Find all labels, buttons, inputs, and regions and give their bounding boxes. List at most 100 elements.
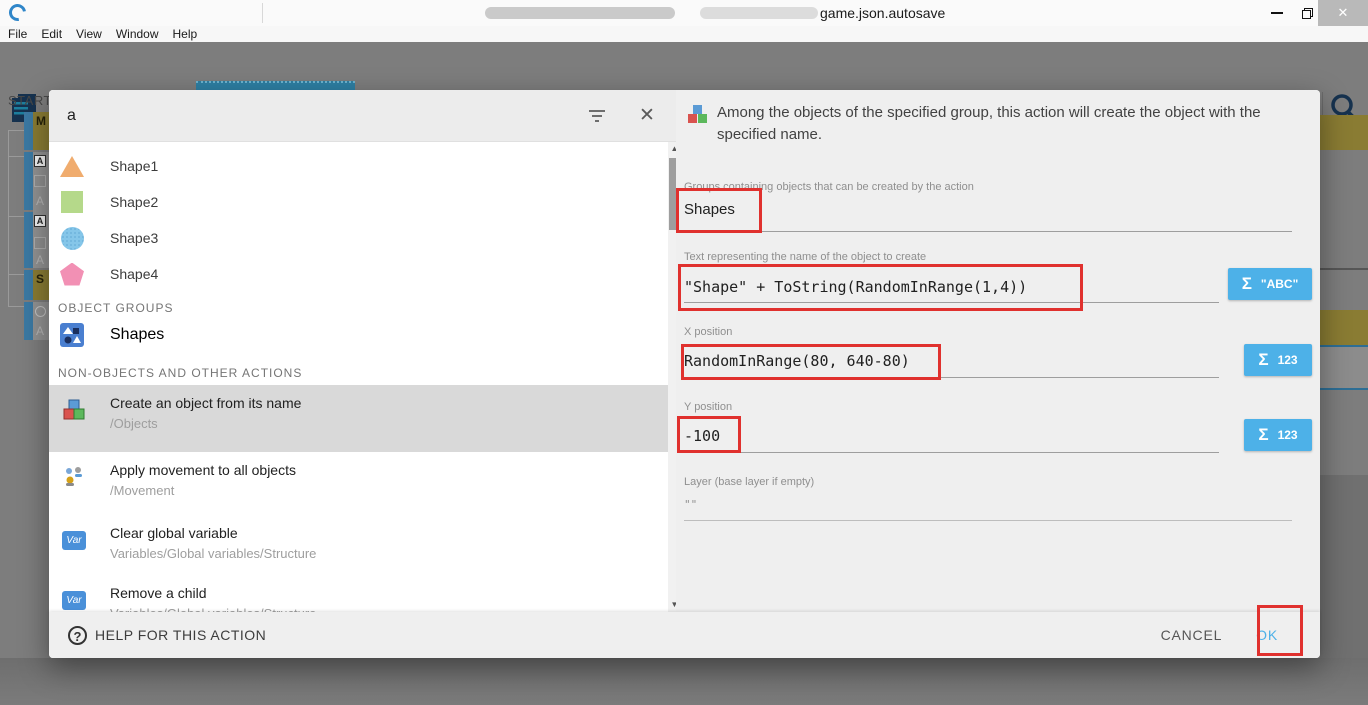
object-label: Shape3 [110, 230, 158, 246]
list-item-shape3[interactable]: Shape3 [49, 220, 676, 256]
search-input[interactable] [67, 107, 586, 125]
menu-view[interactable]: View [76, 27, 102, 41]
restore-icon [1302, 8, 1312, 18]
variable-icon: Var [62, 528, 86, 552]
close-button[interactable]: ✕ [1318, 0, 1368, 26]
help-icon: ? [68, 626, 87, 645]
event-bar [24, 212, 33, 268]
field-value-object-name[interactable]: "Shape" + ToString(RandomInRange(1,4)) [684, 278, 1027, 296]
action-description-block: Among the objects of the specified group… [686, 102, 1311, 146]
field-underline [684, 231, 1292, 232]
help-link[interactable]: HELP FOR THIS ACTION [95, 627, 266, 643]
tab-events-active-fragment[interactable] [196, 81, 355, 90]
titlebar: game.json.autosave ✕ [0, 0, 1368, 26]
action-subtitle: /Movement [110, 483, 296, 498]
cancel-button[interactable]: CANCEL [1161, 627, 1223, 643]
scrollbar-down-arrow[interactable]: ▼ [668, 598, 676, 612]
action-title: Clear global variable [110, 525, 316, 541]
action-letter-fragment: A [36, 253, 44, 267]
menubar: File Edit View Window Help [0, 26, 1368, 42]
list-item-create-object[interactable]: Create an object from its name /Objects [49, 385, 676, 452]
section-header-object-groups: OBJECT GROUPS [49, 292, 676, 318]
minimize-button[interactable] [1262, 0, 1292, 26]
action-description: Among the objects of the specified group… [717, 102, 1311, 146]
object-group-icon [60, 323, 84, 347]
event-bar [24, 112, 33, 150]
expression-button-label: "ABC" [1261, 277, 1298, 291]
field-underline [684, 377, 1219, 378]
gdevelop-logo-icon [6, 1, 30, 25]
comment-row-fragment [1320, 115, 1368, 150]
redacted-tab-text [485, 7, 675, 19]
event-tree-stub [8, 156, 24, 157]
menu-help[interactable]: Help [173, 27, 198, 41]
field-label-x-position: X position [684, 326, 732, 338]
redacted-path-text [700, 7, 818, 19]
field-label-y-position: Y position [684, 401, 732, 413]
expression-button-label: 123 [1278, 428, 1298, 442]
titlebar-divider [262, 3, 263, 23]
tab-start-page[interactable]: START [8, 93, 52, 108]
action-title: Remove a child [110, 585, 316, 601]
scrollbar-thumb[interactable] [669, 158, 676, 230]
number-expression-button[interactable]: Σ 123 [1244, 419, 1312, 451]
close-icon[interactable]: ✕ [636, 104, 658, 127]
comment-row-fragment [1320, 310, 1368, 345]
event-tree-stub [8, 216, 24, 217]
event-tree-stub [8, 130, 24, 131]
gdevelop-window: game.json.autosave ✕ File Edit View Wind… [0, 0, 1368, 705]
event-tree-stub [8, 274, 24, 275]
field-underline [684, 302, 1219, 303]
pentagon-icon [60, 262, 84, 286]
instruction-editor-dialog: ✕ Shape1 Shape2 Shape3 Shape [49, 90, 1320, 658]
list-item-shape4[interactable]: Shape4 [49, 256, 676, 292]
triangle-icon [60, 154, 84, 178]
event-tree-stub [8, 306, 24, 307]
list-item-shape2[interactable]: Shape2 [49, 184, 676, 220]
position-icon-fragment [34, 237, 46, 249]
list-item-shapes-group[interactable]: Shapes [49, 318, 676, 352]
object-label: Shape1 [110, 158, 158, 174]
menu-edit[interactable]: Edit [41, 27, 62, 41]
expression-button-label: 123 [1278, 353, 1298, 367]
circle-icon [60, 226, 84, 250]
scrollbar-up-arrow[interactable]: ▲ [668, 142, 676, 156]
field-value-y-position[interactable]: -100 [684, 427, 720, 445]
list-item-remove-a-child[interactable]: Var Remove a child Variables/Global vari… [49, 575, 676, 612]
comment-row-fragment: M [33, 112, 49, 150]
comment-row-fragment: S [33, 270, 49, 300]
ok-button[interactable]: OK [1256, 627, 1278, 643]
group-label: Shapes [110, 326, 164, 344]
dialog-footer: ? HELP FOR THIS ACTION CANCEL OK [49, 612, 1320, 658]
list-item-apply-movement[interactable]: Apply movement to all objects /Movement [49, 452, 676, 515]
action-box-fragment: A [34, 215, 46, 227]
list-scrollbar[interactable]: ▲ ▼ [668, 142, 676, 612]
movement-icon [62, 465, 86, 489]
menu-window[interactable]: Window [116, 27, 159, 41]
string-expression-button[interactable]: Σ "ABC" [1228, 268, 1312, 300]
action-title: Apply movement to all objects [110, 462, 296, 478]
field-label-layer: Layer (base layer if empty) [684, 476, 814, 488]
field-label-group: Groups containing objects that can be cr… [684, 181, 974, 193]
event-bar [24, 152, 33, 210]
action-subtitle: /Objects [110, 416, 301, 431]
sigma-icon: Σ [1258, 425, 1268, 445]
field-value-x-position[interactable]: RandomInRange(80, 640-80) [684, 352, 910, 370]
menu-file[interactable]: File [8, 27, 27, 41]
action-subtitle: Variables/Global variables/Structure [110, 546, 316, 561]
square-icon [60, 190, 84, 214]
action-parameters-panel: Among the objects of the specified group… [676, 90, 1320, 658]
number-expression-button[interactable]: Σ 123 [1244, 344, 1312, 376]
section-header-other-actions: NON-OBJECTS AND OTHER ACTIONS [49, 352, 676, 385]
action-list: Shape1 Shape2 Shape3 Shape4 OBJECT GROUP… [49, 142, 676, 612]
list-item-clear-global-variable[interactable]: Var Clear global variable Variables/Glob… [49, 515, 676, 575]
field-value-group[interactable]: Shapes [684, 201, 735, 218]
action-letter-fragment: A [36, 324, 44, 338]
list-item-shape1[interactable]: Shape1 [49, 148, 676, 184]
var-badge: Var [62, 591, 86, 610]
object-label: Shape2 [110, 194, 158, 210]
filter-icon[interactable] [586, 105, 608, 127]
variable-icon: Var [62, 588, 86, 612]
create-object-icon [62, 398, 86, 422]
field-value-layer[interactable]: "" [684, 498, 697, 511]
